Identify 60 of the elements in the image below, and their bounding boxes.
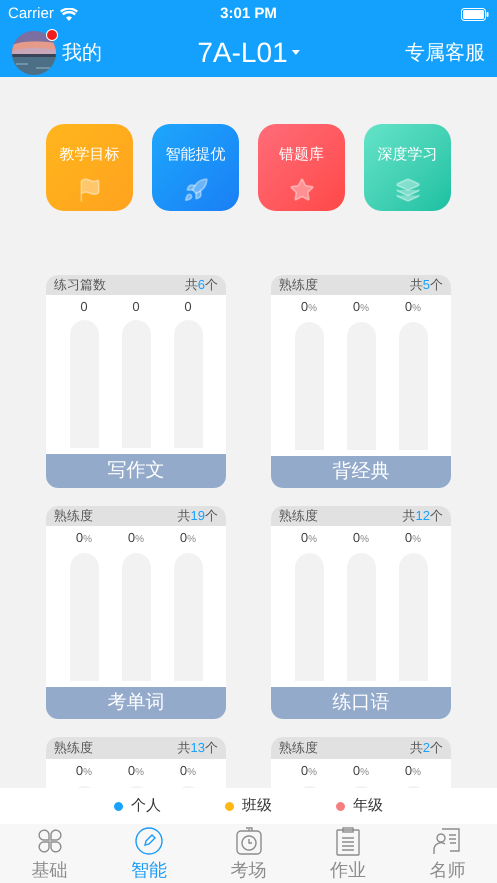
card-title: 熟练度 (279, 739, 318, 758)
bar-value: 0% (404, 528, 422, 547)
tab-item[interactable]: 考场 (198, 824, 298, 883)
bar-value: 0% (300, 528, 318, 547)
total-count: 共19个 (178, 507, 218, 526)
card-title: 练习篇数 (54, 276, 106, 294)
pencil-icon (134, 826, 164, 856)
tab-item[interactable]: 基础 (0, 824, 100, 883)
feature-tile[interactable]: 深度学习 (364, 124, 451, 211)
total-count: 共6个 (184, 276, 218, 294)
bar-value: 0% (404, 298, 422, 316)
bar-value: 0% (180, 528, 196, 547)
feature-tile[interactable]: 智能提优 (152, 124, 239, 211)
bar-value: 0% (76, 762, 92, 780)
tab-item[interactable]: 名师 (398, 824, 497, 883)
total-count: 共5个 (410, 276, 443, 294)
bar-value: 0 (80, 298, 88, 316)
caret-icon (292, 50, 300, 55)
feature-tile[interactable]: 教学目标 (46, 124, 133, 211)
bar-value: 0 (184, 298, 192, 316)
customer-service-link[interactable]: 专属客服 (405, 38, 485, 68)
stopwatch-icon (234, 826, 264, 856)
action-button[interactable]: 背经典 (271, 456, 451, 488)
bar-value: 0% (352, 298, 370, 316)
wifi-icon (60, 8, 78, 20)
card-title: 熟练度 (279, 507, 318, 526)
total-count: 共12个 (402, 507, 443, 526)
card-title: 熟练度 (279, 276, 318, 294)
card-title: 熟练度 (54, 507, 93, 526)
action-button[interactable]: 考单词 (46, 686, 226, 719)
bar-value: 0% (128, 528, 144, 547)
total-count: 共13个 (178, 739, 218, 758)
profile-label[interactable]: 我的 (62, 38, 102, 68)
tab-item[interactable]: 作业 (298, 824, 398, 883)
bar-value: 0% (300, 762, 318, 780)
legend-label: 个人 (131, 796, 161, 816)
feature-tile[interactable]: 错题库 (258, 124, 345, 211)
tab-item[interactable]: 智能 (99, 824, 199, 883)
teacher-icon (432, 826, 462, 856)
bar-value: 0% (180, 762, 196, 780)
bar-value: 0% (404, 762, 422, 780)
rocket-icon (182, 176, 208, 202)
bar-value: 0% (76, 528, 92, 547)
bar-value: 0 (132, 298, 140, 316)
bar-value: 0% (352, 528, 370, 547)
legend-label: 年级 (353, 796, 383, 816)
action-button[interactable]: 练口语 (271, 686, 451, 719)
bar-value: 0% (352, 762, 370, 780)
bar-value: 0% (300, 298, 318, 316)
legend-label: 班级 (242, 796, 272, 816)
class-selector[interactable]: 7A-L01 (197, 32, 300, 74)
star-icon (288, 176, 314, 202)
battery-icon (461, 8, 489, 20)
card-title: 熟练度 (54, 739, 93, 758)
status-time: 3:01 PM (220, 4, 277, 24)
action-button[interactable]: 写作文 (46, 454, 226, 488)
carrier-label: Carrier (8, 4, 54, 24)
layers-icon (394, 176, 420, 202)
total-count: 共2个 (410, 739, 443, 758)
bar-value: 0% (128, 762, 144, 780)
